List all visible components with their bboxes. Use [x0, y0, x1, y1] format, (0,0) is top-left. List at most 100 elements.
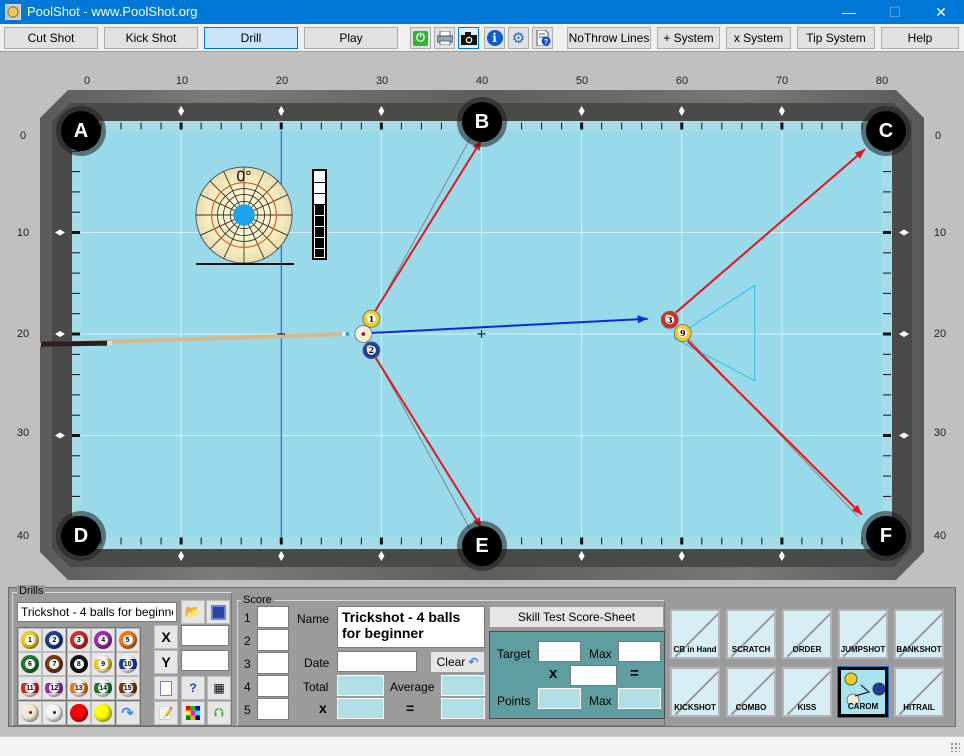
score-row-5-input[interactable] — [257, 698, 289, 720]
new-drill-button[interactable] — [154, 676, 178, 700]
cushion-tick — [160, 122, 162, 130]
rail-diamond — [178, 551, 185, 561]
palette-cue-ball-black-dot[interactable] — [42, 700, 67, 725]
points-value — [538, 688, 581, 709]
elevation-tick — [314, 193, 325, 194]
x-coordinate-input[interactable] — [181, 625, 229, 646]
ball-icon: 14 — [94, 679, 113, 698]
shot-type-scratch[interactable]: SCRATCH — [726, 609, 776, 659]
cushion-tick — [741, 537, 743, 545]
max-input[interactable] — [618, 641, 661, 662]
drill-list-button[interactable]: ▦ — [207, 676, 231, 700]
cushion-tick — [601, 537, 603, 545]
shot-type-kickshot[interactable]: KICKSHOT — [670, 667, 720, 717]
open-drill-button[interactable]: 📂 — [181, 600, 205, 624]
pocket-a[interactable]: A — [61, 111, 101, 151]
shot-type-kiss[interactable]: KISS — [782, 667, 832, 717]
ball-number: 7 — [49, 659, 60, 670]
cushion-tick — [340, 122, 342, 130]
cushion-tick — [72, 191, 80, 193]
palette-ball-3[interactable]: 3 — [66, 628, 91, 652]
palette-yellow-marker[interactable] — [91, 700, 116, 725]
palette-red-marker[interactable] — [66, 700, 91, 725]
edit-notes-button[interactable]: 📝 — [154, 701, 178, 725]
palette-ball-2[interactable]: 2 — [42, 628, 67, 652]
ball-2[interactable]: 2 — [362, 341, 381, 360]
ball-9[interactable]: 9 — [673, 324, 692, 342]
cushion-tick — [72, 374, 80, 376]
ball-icon: 1 — [21, 631, 39, 649]
resize-grip-icon[interactable] — [950, 742, 960, 752]
drill-name-input[interactable] — [17, 602, 177, 622]
cushion-tick — [780, 122, 784, 130]
ball-1[interactable]: 1 — [362, 309, 381, 328]
palette-ball-8[interactable]: 8 — [66, 652, 91, 677]
score-row-1-input[interactable] — [257, 606, 289, 628]
target-input[interactable] — [538, 641, 581, 662]
palette-ball-1[interactable]: 1 — [18, 628, 42, 652]
ball-3[interactable]: 3 — [660, 310, 679, 329]
palette-ball-9[interactable]: 9 — [91, 652, 116, 677]
shot-type-carom[interactable]: CAROM — [837, 666, 889, 718]
palette-redo-button[interactable]: ↷ — [115, 700, 140, 725]
shot-type-combo[interactable]: COMBO — [726, 667, 776, 717]
clear-button[interactable]: Clear ↶ — [431, 652, 484, 672]
pocket-d[interactable]: D — [61, 516, 101, 556]
skill-test-score-sheet-button[interactable]: Skill Test Score-Sheet — [490, 607, 663, 627]
cushion-tick — [580, 537, 584, 545]
palette-ball-4[interactable]: 4 — [91, 628, 116, 652]
shot-type-jumpshot[interactable]: JUMPSHOT — [838, 609, 888, 659]
drill-help-button[interactable]: ? — [181, 676, 205, 700]
palette-ball-7[interactable]: 7 — [42, 652, 67, 677]
palette-ball-10[interactable]: 10 — [115, 652, 140, 677]
multiplier-input[interactable] — [570, 665, 617, 686]
save-drill-button[interactable] — [206, 600, 230, 624]
cushion-tick — [883, 313, 891, 315]
shot-type-label: BANKSHOT — [896, 645, 942, 654]
export-drill-button[interactable]: ⮉ — [207, 701, 231, 725]
date-input[interactable] — [337, 651, 417, 672]
table-overlay[interactable]: 1 2 39 — [0, 0, 964, 600]
pocket-f[interactable]: F — [866, 516, 906, 556]
cushion-tick — [300, 122, 302, 130]
score-row-3-input[interactable] — [257, 652, 289, 674]
y-coordinate-input[interactable] — [181, 650, 229, 671]
palette-ball-6[interactable]: 6 — [18, 652, 42, 677]
shot-type-cb-in-hand[interactable]: CB in Hand — [670, 609, 720, 659]
color-palette-button[interactable] — [181, 701, 205, 725]
cue-tip-spin-control[interactable]: 0° — [195, 166, 293, 264]
pocket-c[interactable]: C — [866, 111, 906, 151]
cushion-tick — [861, 537, 863, 545]
elevation-tick — [314, 237, 325, 238]
name-input[interactable]: Trickshot - 4 balls for beginner — [337, 606, 485, 648]
max2-value — [618, 688, 661, 709]
palette-cue-ball-red-dot[interactable] — [18, 700, 42, 725]
score-row-2-input[interactable] — [257, 629, 289, 651]
score-row-4-input[interactable] — [257, 675, 289, 697]
ball-number: 11 — [25, 683, 35, 694]
shot-type-label: COMBO — [735, 703, 767, 712]
pocket-e[interactable]: E — [462, 526, 502, 566]
score-group-title: Score — [241, 594, 274, 606]
ball-icon: 2 — [45, 631, 64, 649]
palette-ball-5[interactable]: 5 — [115, 628, 140, 652]
cushion-tick — [580, 122, 584, 130]
palette-ball-13[interactable]: 13 — [66, 676, 91, 701]
cue-ball[interactable] — [354, 325, 373, 343]
cushion-tick — [561, 122, 563, 130]
carom-icon — [844, 672, 885, 704]
palette-ball-12[interactable]: 12 — [42, 676, 67, 701]
cushion-tick — [861, 122, 863, 130]
cushion-tick — [72, 455, 80, 457]
shot-type-bankshot[interactable]: BANKSHOT — [894, 609, 944, 659]
palette-ball-14[interactable]: 14 — [91, 676, 116, 701]
shot-type-hitrail[interactable]: HITRAIL — [894, 667, 944, 717]
rail-diamond — [278, 551, 285, 561]
cushion-tick — [279, 537, 283, 545]
pocket-b[interactable]: B — [462, 102, 502, 142]
palette-ball-15[interactable]: 15 — [115, 676, 140, 701]
cue-elevation-slider[interactable] — [312, 169, 327, 260]
max-label: Max — [589, 647, 612, 661]
shot-type-order[interactable]: ORDER — [782, 609, 832, 659]
palette-ball-11[interactable]: 11 — [18, 676, 42, 701]
